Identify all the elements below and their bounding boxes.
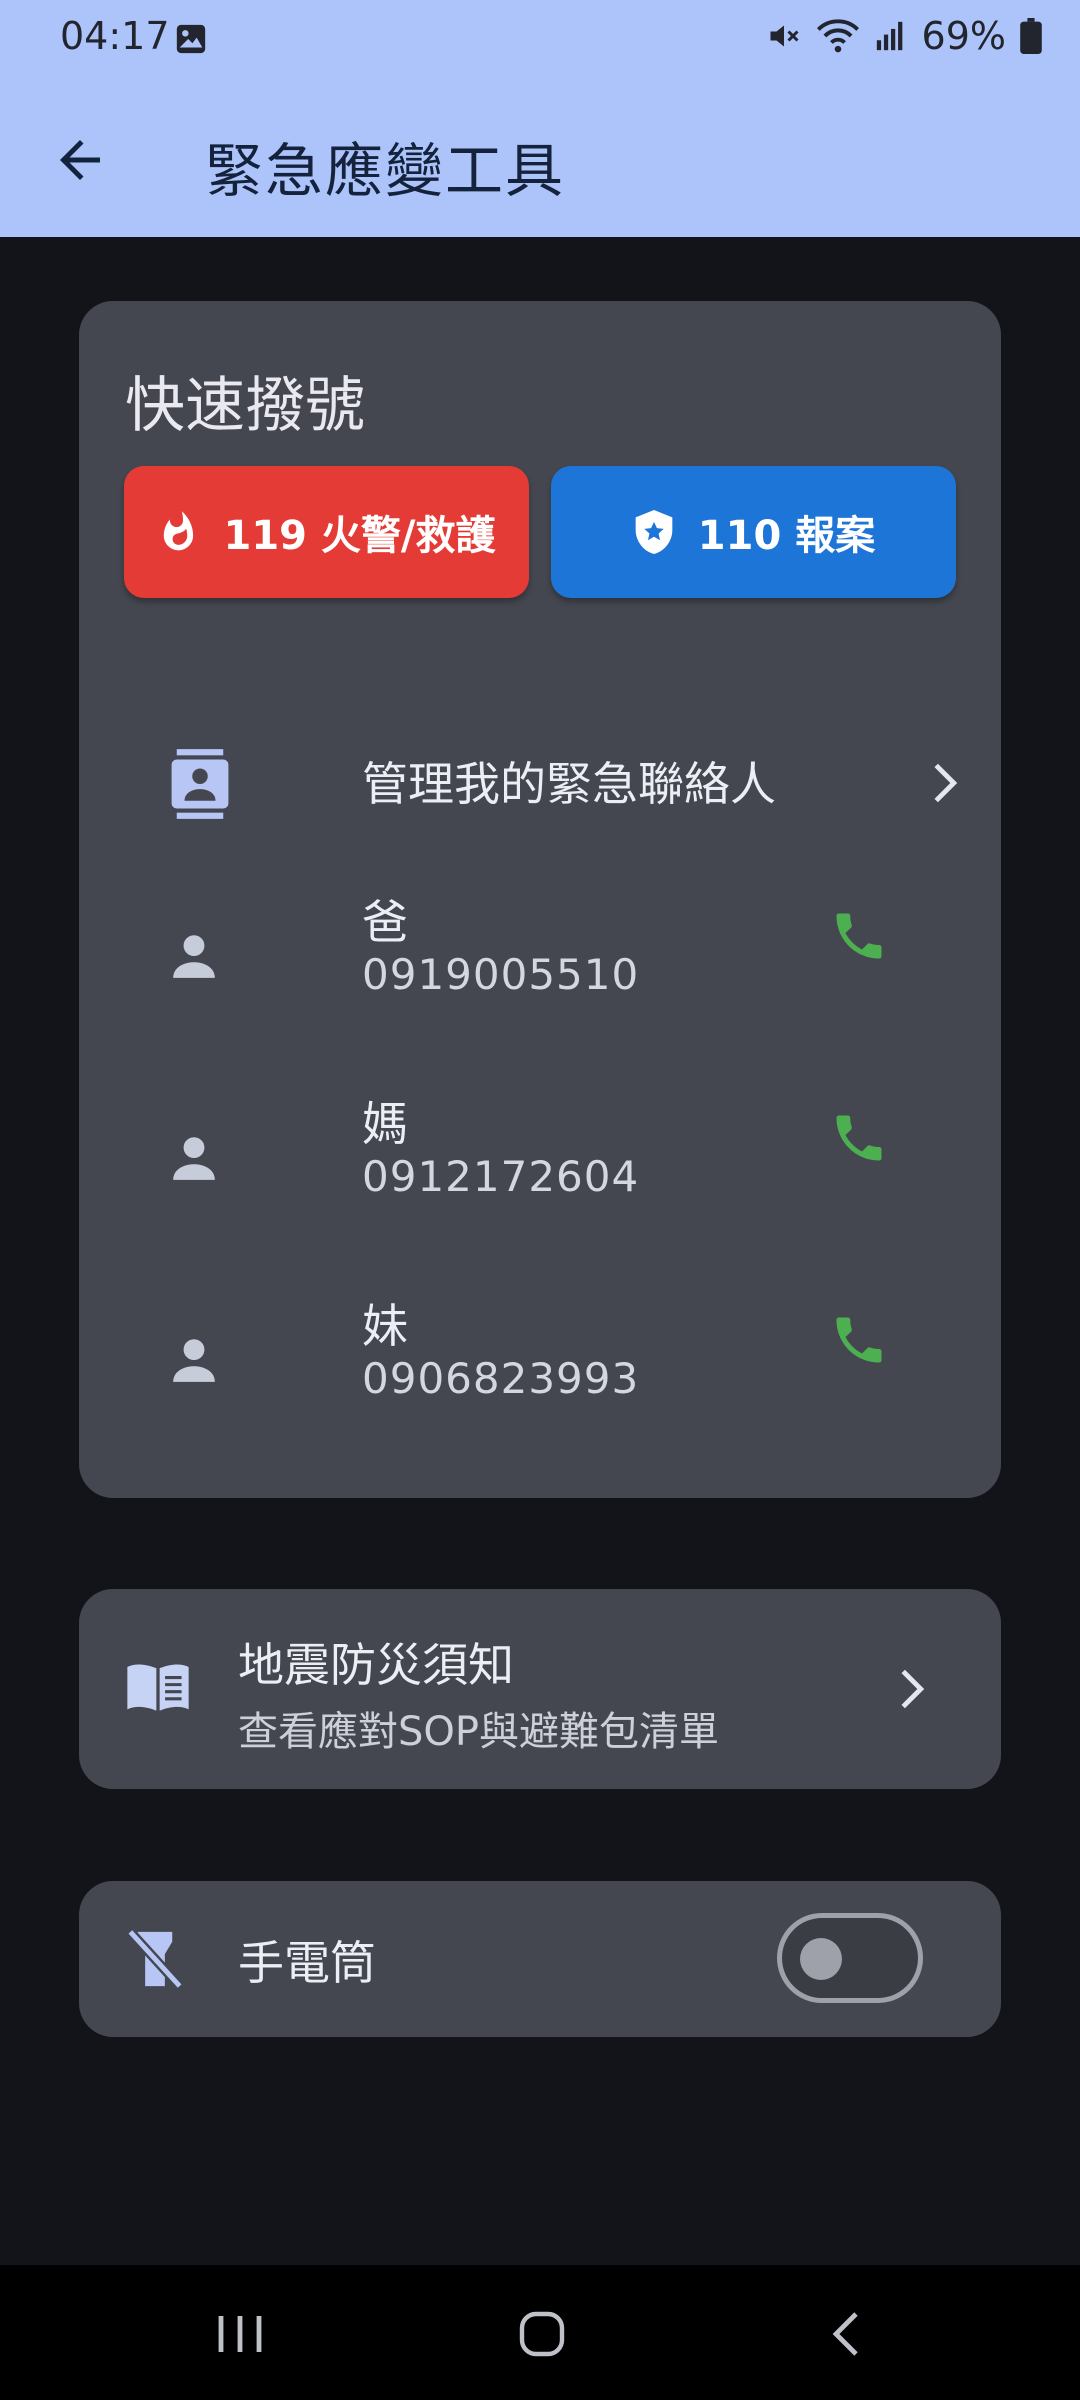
gallery-notification-icon [176,24,206,54]
contact-phone: 0919005510 [362,950,640,999]
flashlight-toggle[interactable] [777,1913,923,2003]
earthquake-subtitle: 查看應對SOP與避難包清單 [238,1709,719,1755]
shield-star-icon [635,510,673,554]
flashlight-card: 手電筒 [79,1881,1001,2037]
contact-item: 妹 0906823993 [169,1290,969,1430]
battery-icon [1020,18,1042,54]
mute-icon [770,25,799,47]
flame-icon [164,511,194,551]
contact-item: 爸 0919005510 [169,886,969,1026]
chevron-right-icon [901,1669,925,1709]
manage-contacts-row[interactable]: 管理我的緊急聯絡人 [169,721,969,841]
police-report-button[interactable]: 110 報案 [551,466,956,598]
toggle-knob [800,1938,842,1980]
fire-button-label: 119 火警/救護 [223,513,496,559]
phone-icon[interactable] [829,906,889,966]
arrow-back-icon[interactable] [50,130,110,190]
signal-icon [876,21,902,51]
flashlight-off-icon [126,1928,184,1990]
battery-percent: 69% [921,14,1006,58]
phone-icon[interactable] [829,1310,889,1370]
person-icon [173,1339,215,1382]
police-button-label: 110 報案 [697,513,876,559]
app-header: 04:17 69% 緊急應變工具 [0,0,1080,237]
quick-dial-title: 快速撥號 [125,371,365,441]
page-title: 緊急應變工具 [205,137,566,205]
nav-back-icon[interactable] [828,2310,864,2358]
fire-emergency-button[interactable]: 119 火警/救護 [124,466,529,598]
contact-name: 妹 [362,1299,408,1353]
status-bar: 04:17 69% [0,0,1080,76]
phone-icon[interactable] [829,1108,889,1168]
earthquake-guide-card[interactable]: 地震防災須知 查看應對SOP與避難包清單 [79,1589,1001,1789]
earthquake-title: 地震防災須知 [238,1638,514,1692]
contact-item: 媽 0912172604 [169,1088,969,1228]
recent-apps-icon[interactable] [215,2312,265,2356]
quick-dial-card: 快速撥號 119 火警/救護 110 報案 管理我的緊急聯絡人 爸 091900… [79,301,1001,1498]
book-icon [127,1664,189,1711]
contact-phone: 0912172604 [362,1152,640,1201]
home-icon[interactable] [518,2310,566,2358]
chevron-right-icon [934,763,958,803]
contact-name: 媽 [362,1097,408,1151]
contacts-icon [171,749,229,819]
person-icon [173,935,215,978]
contact-phone: 0906823993 [362,1354,640,1403]
wifi-icon [816,19,859,53]
system-navigation-bar [0,2265,1080,2400]
manage-contacts-label: 管理我的緊急聯絡人 [362,757,776,811]
contact-name: 爸 [362,895,408,949]
flashlight-label: 手電筒 [238,1936,376,1990]
person-icon [173,1137,215,1180]
status-time: 04:17 [60,14,170,58]
